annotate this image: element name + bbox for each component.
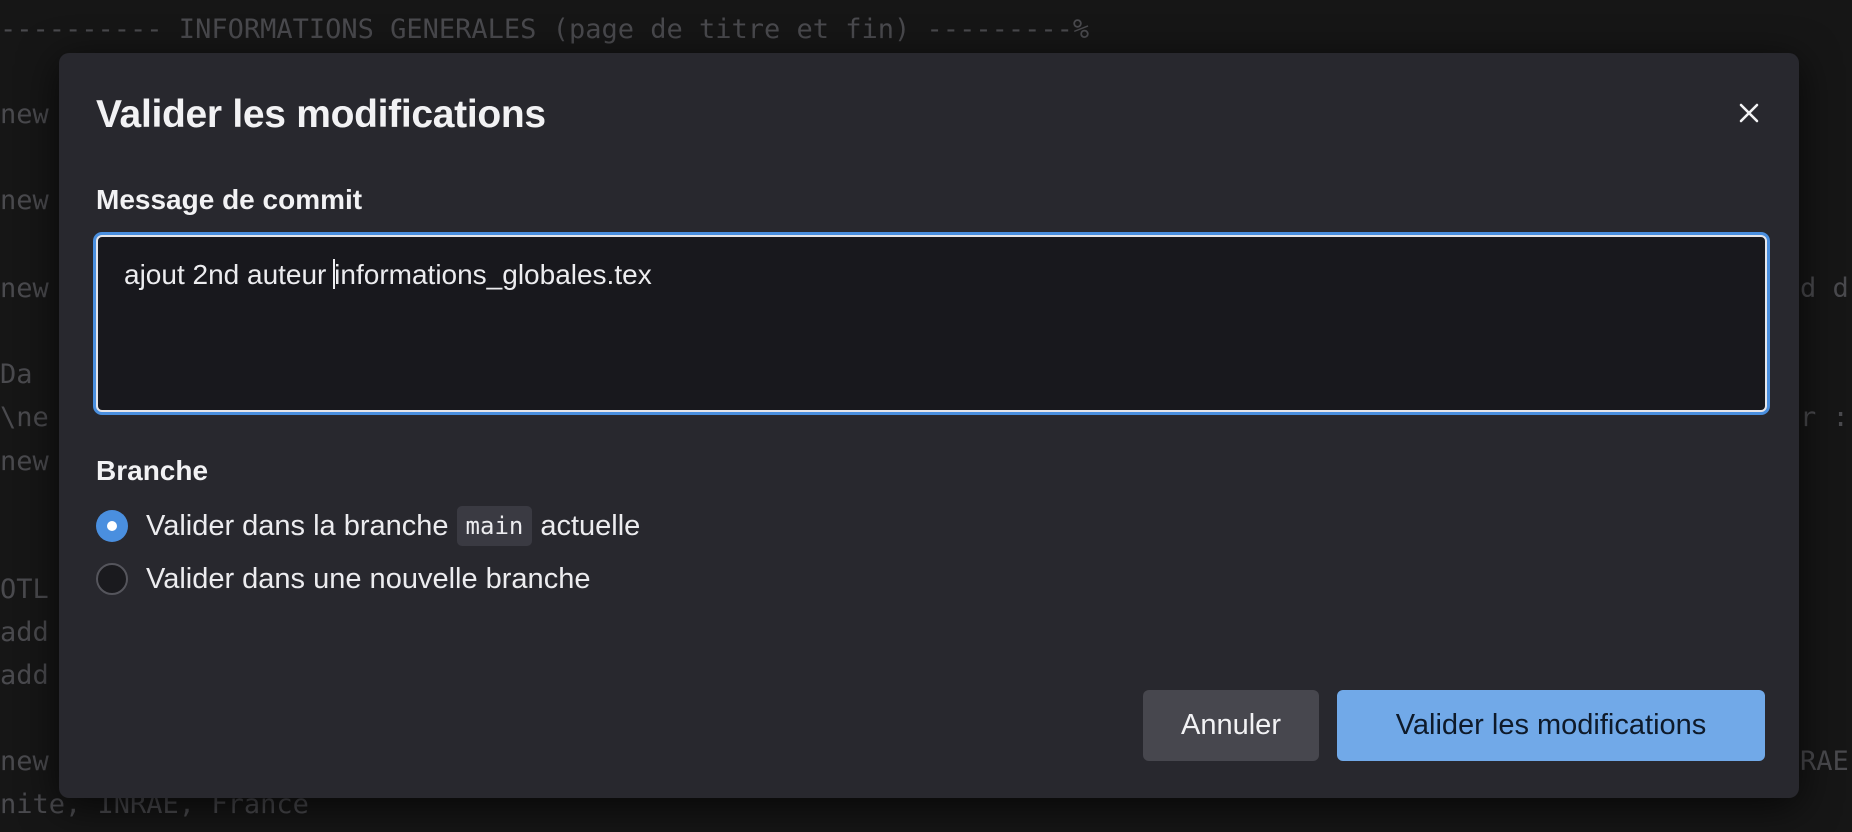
radio-new-branch-label: Valider dans une nouvelle branche bbox=[146, 562, 591, 595]
radio-current-branch[interactable]: Valider dans la branche main actuelle bbox=[96, 503, 640, 549]
editor-line: ---------- INFORMATIONS GENERALES (page … bbox=[0, 14, 1090, 45]
branch-label: Branche bbox=[96, 455, 209, 486]
editor-line: add bbox=[0, 617, 49, 648]
editor-line: new bbox=[0, 746, 49, 777]
radio-new-branch[interactable]: Valider dans une nouvelle branche bbox=[96, 556, 590, 602]
editor-line: new bbox=[0, 273, 49, 304]
editor-line: \ne bbox=[0, 402, 49, 433]
editor-line: RAE bbox=[1800, 746, 1849, 777]
editor-line: new bbox=[0, 446, 49, 477]
close-icon bbox=[1739, 103, 1759, 123]
editor-line: Da bbox=[0, 359, 33, 390]
radio-unchecked-icon[interactable] bbox=[96, 563, 128, 595]
confirm-commit-button[interactable]: Valider les modifications bbox=[1337, 690, 1765, 761]
radio-checked-icon[interactable] bbox=[96, 510, 128, 542]
branch-name-chip: main bbox=[456, 506, 533, 546]
dialog-title: Valider les modifications bbox=[96, 93, 546, 136]
commit-message-label: Message de commit bbox=[96, 184, 363, 215]
commit-text-before-caret: ajout 2nd auteur bbox=[124, 259, 335, 290]
editor-line: add bbox=[0, 660, 49, 691]
editor-line: OTL bbox=[0, 574, 49, 605]
close-button[interactable] bbox=[1727, 91, 1771, 135]
radio-current-branch-prefix: Valider dans la branche bbox=[146, 509, 449, 542]
commit-dialog: Valider les modifications Message de com… bbox=[59, 53, 1799, 798]
editor-line: d d bbox=[1800, 273, 1849, 304]
cancel-button[interactable]: Annuler bbox=[1143, 690, 1319, 761]
commit-message-textarea[interactable]: ajout 2nd auteur informations_globales.t… bbox=[96, 235, 1767, 412]
editor-line: new bbox=[0, 185, 49, 216]
radio-current-branch-suffix: actuelle bbox=[540, 509, 641, 542]
editor-line: r : bbox=[1800, 402, 1849, 433]
editor-line: new bbox=[0, 99, 49, 130]
commit-text-after-caret: informations_globales.tex bbox=[334, 259, 652, 290]
